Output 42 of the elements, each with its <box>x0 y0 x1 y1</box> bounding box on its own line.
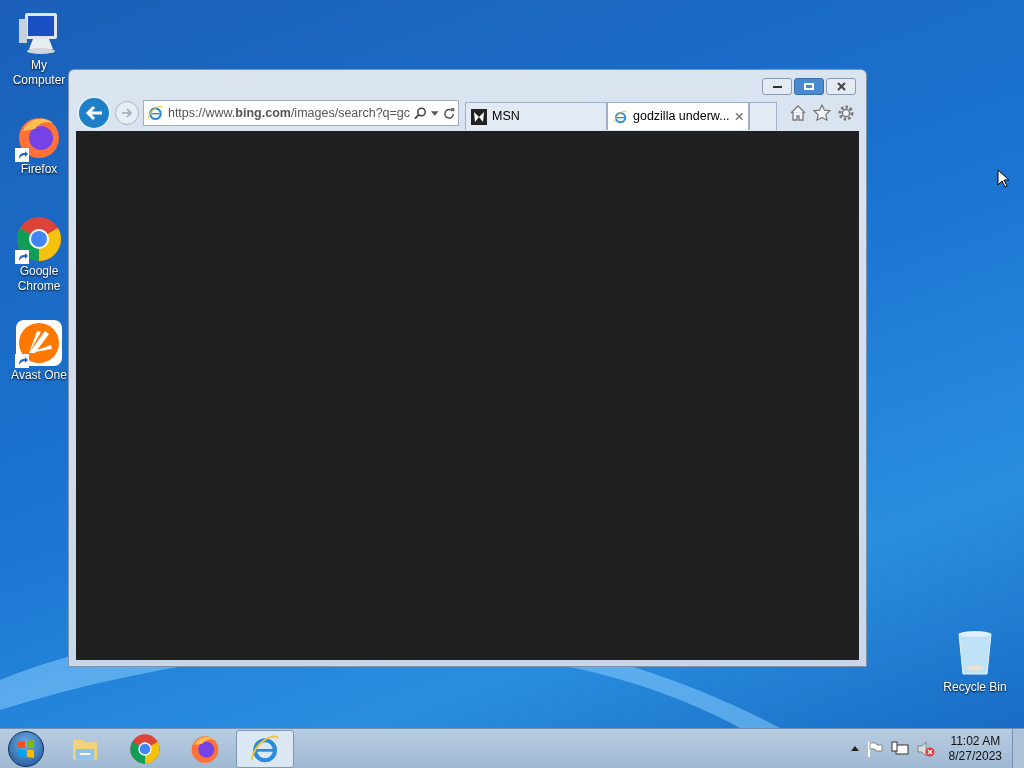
ie-icon <box>613 108 628 125</box>
mouse-cursor-icon <box>997 169 1009 188</box>
close-tab-icon[interactable] <box>734 112 743 121</box>
ie-icon <box>147 104 164 122</box>
desktop-icon-label[interactable]: Recycle Bin <box>943 678 1007 696</box>
browser-tab[interactable]: MSN <box>465 102 607 130</box>
windows-logo-icon <box>16 738 36 759</box>
refresh-icon[interactable] <box>442 106 455 120</box>
maximize-button[interactable] <box>794 78 824 95</box>
butterfly-icon <box>471 108 487 125</box>
tab-title: godzilla underw... <box>633 108 730 126</box>
back-button[interactable] <box>77 96 111 130</box>
desktop-icon-label[interactable]: Google Chrome <box>6 264 72 294</box>
home-icon[interactable] <box>789 104 807 122</box>
settings-icon[interactable] <box>837 104 855 122</box>
show-hidden-icons-icon[interactable] <box>850 746 859 751</box>
close-button[interactable] <box>826 78 856 95</box>
close-icon <box>836 82 846 91</box>
minimize-button[interactable] <box>762 78 792 95</box>
search-icon[interactable] <box>414 106 428 120</box>
taskbar-app-button[interactable] <box>236 729 294 768</box>
clock-date[interactable]: 8/27/2023 <box>948 748 1002 764</box>
tab-title: MSN <box>492 108 521 126</box>
avast-icon <box>15 319 63 367</box>
chrome-icon <box>129 732 161 765</box>
dropdown-caret-icon[interactable] <box>431 110 439 116</box>
address-text: https://www.bing.com/images/search?q=gc <box>167 104 411 122</box>
start-button[interactable] <box>8 730 44 767</box>
network-icon[interactable] <box>890 740 909 757</box>
recycle-bin-icon <box>955 628 995 678</box>
address-bar[interactable]: https://www.bing.com/images/search?q=gc <box>143 100 459 126</box>
browser-tab[interactable]: godzilla underw... <box>607 102 749 130</box>
back-arrow-icon <box>85 105 103 121</box>
muted-speaker-icon[interactable] <box>916 740 935 757</box>
flag-icon[interactable] <box>866 740 883 757</box>
forward-arrow-icon <box>121 108 133 118</box>
desktop-icon-label[interactable]: Avast One <box>11 368 67 383</box>
star-icon[interactable] <box>813 104 831 122</box>
desktop-icon-label[interactable]: Firefox <box>20 162 58 177</box>
chrome-icon <box>15 215 63 263</box>
clock-time[interactable]: 11:02 AM <box>950 733 1001 749</box>
desktop-icon-label[interactable]: My Computer <box>6 58 72 88</box>
